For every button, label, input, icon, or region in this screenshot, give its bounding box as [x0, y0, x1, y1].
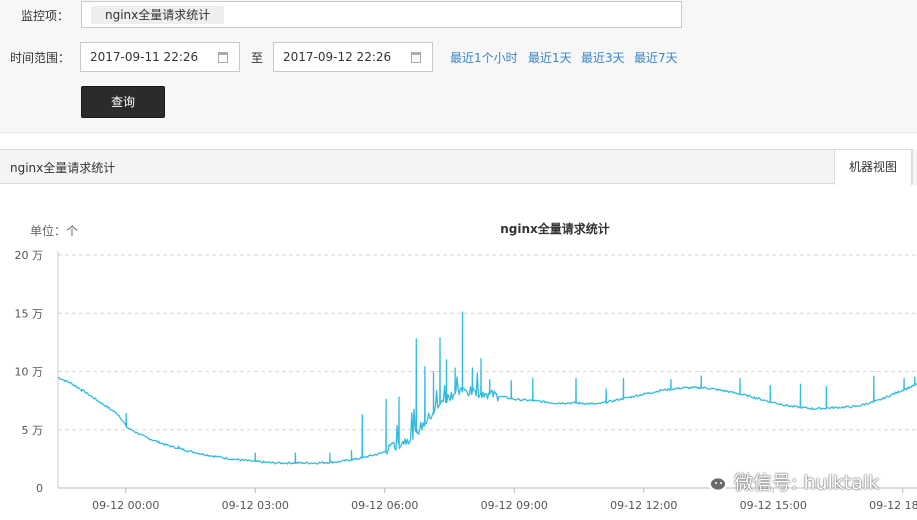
- query-button[interactable]: 查询: [81, 86, 165, 118]
- y-tick-label: 0: [36, 482, 43, 495]
- metric-select[interactable]: nginx全量请求统计: [81, 1, 682, 28]
- panel-title: nginx全量请求统计: [10, 161, 116, 175]
- quick-range-1-hour[interactable]: 最近1个小时: [450, 49, 518, 66]
- tab-machine-view[interactable]: 机器视图: [834, 149, 912, 185]
- end-time-input[interactable]: [273, 42, 433, 72]
- x-tick-label: 09-12 00:00: [92, 499, 159, 512]
- y-tick-label: 10 万: [15, 366, 44, 379]
- y-tick-label: 20 万: [15, 249, 44, 262]
- range-separator: 至: [251, 51, 264, 65]
- watermark-text: 微信号: hulktalk: [734, 471, 880, 494]
- filter-panel: 监控项： nginx全量请求统计 时间范围： 至 最近1个小时 最近1天 最近3…: [0, 0, 917, 133]
- calendar-icon[interactable]: [411, 52, 421, 63]
- x-tick-label: 09-12 06:00: [351, 499, 418, 512]
- y-tick-label: 5 万: [22, 424, 44, 437]
- x-tick-label: 09-12 18:00: [869, 499, 917, 512]
- panel-header: nginx全量请求统计 机器视图: [0, 149, 917, 185]
- chart-title: nginx全量请求统计: [500, 221, 610, 236]
- y-tick-label: 15 万: [15, 307, 44, 320]
- x-tick-label: 09-12 09:00: [481, 499, 548, 512]
- metric-tag[interactable]: nginx全量请求统计: [91, 6, 225, 24]
- quick-range-1-day[interactable]: 最近1天: [528, 49, 572, 66]
- x-tick-label: 09-12 15:00: [740, 499, 807, 512]
- time-range-label: 时间范围：: [10, 51, 71, 65]
- unit-label: 单位：个: [30, 223, 78, 238]
- calendar-icon[interactable]: [218, 52, 228, 63]
- series-line: [57, 311, 917, 465]
- quick-range-3-days[interactable]: 最近3天: [581, 49, 625, 66]
- tab-next[interactable]: [912, 149, 917, 185]
- start-time-input[interactable]: [80, 42, 240, 72]
- quick-range-7-days[interactable]: 最近7天: [634, 49, 678, 66]
- x-tick-label: 09-12 12:00: [610, 499, 677, 512]
- x-tick-label: 09-12 03:00: [222, 499, 289, 512]
- watermark: 微信号: hulktalk: [700, 467, 879, 495]
- wechat-icon: [700, 470, 727, 492]
- metric-label: 监控项：: [21, 9, 70, 23]
